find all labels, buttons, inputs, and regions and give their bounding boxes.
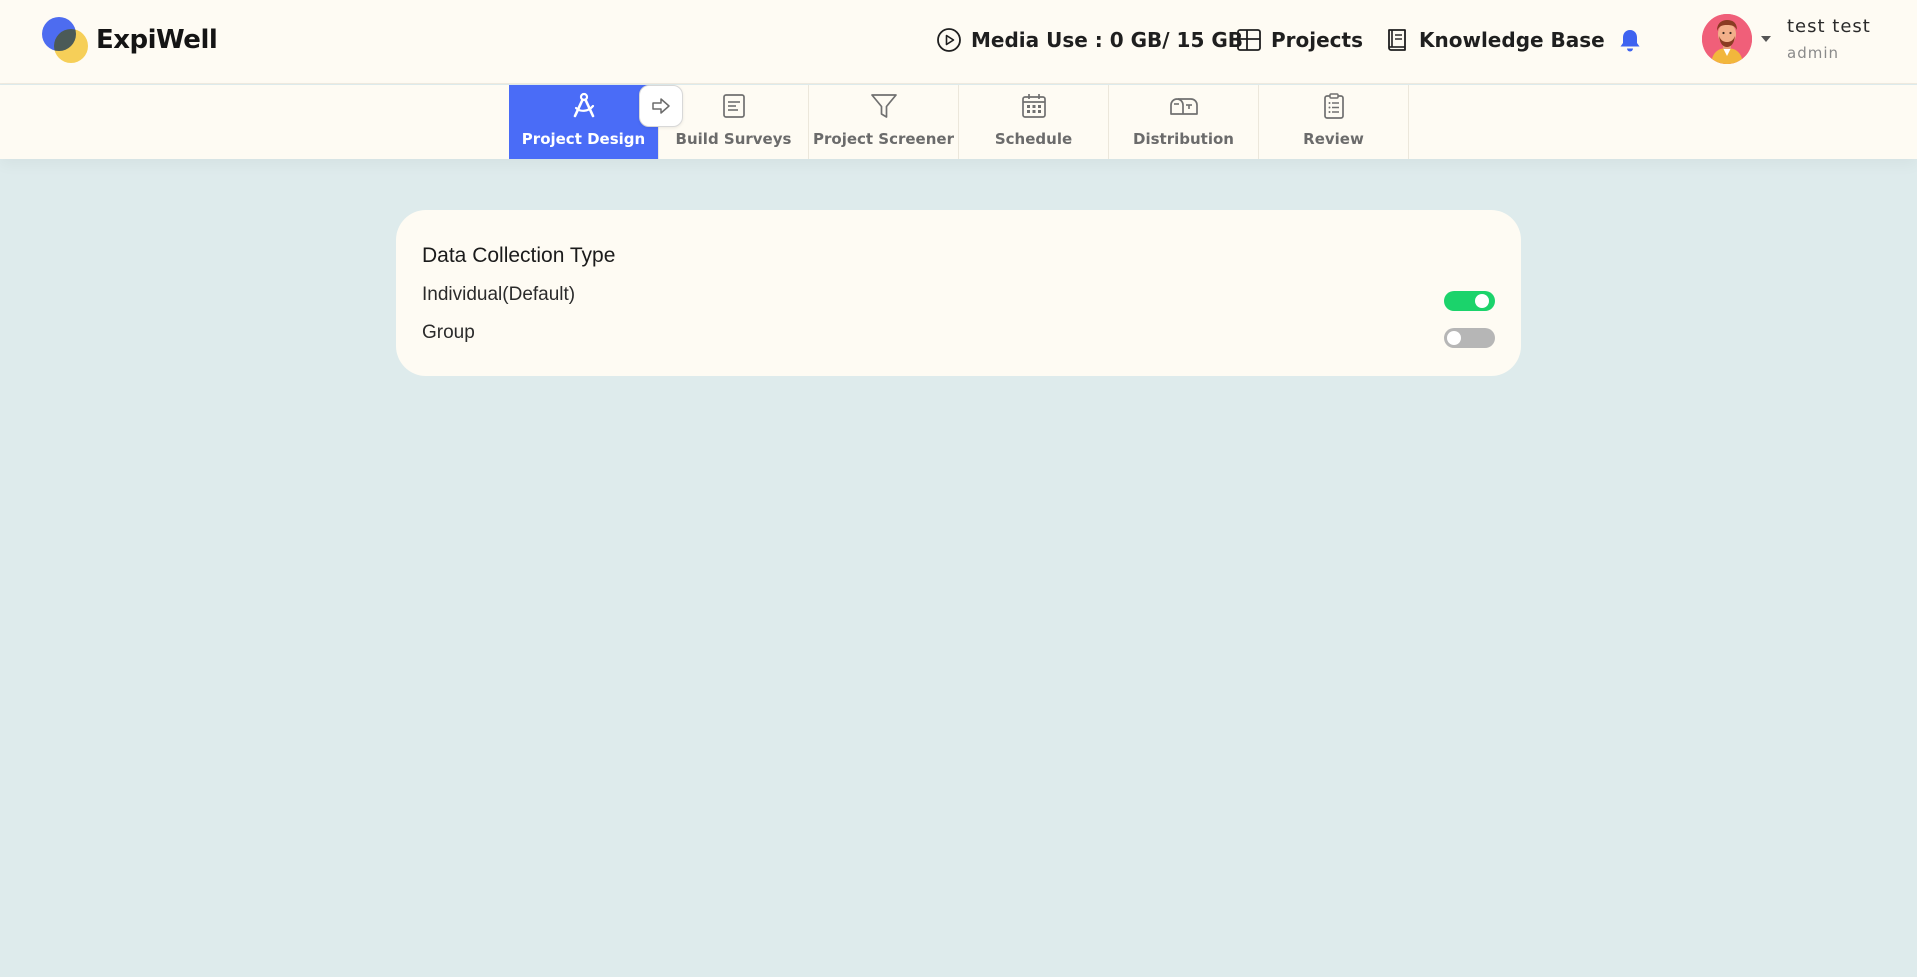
tab-label: Build Surveys — [675, 130, 792, 148]
grid-icon — [1237, 29, 1261, 51]
calendar-icon — [1017, 89, 1051, 123]
user-name[interactable]: test test — [1787, 16, 1871, 37]
tab-label: Project Design — [521, 130, 646, 148]
toggle-knob — [1447, 331, 1461, 345]
tab-review[interactable]: Review — [1259, 85, 1409, 159]
projects-link[interactable]: Projects — [1236, 22, 1363, 58]
tab-label: Project Screener — [813, 130, 954, 148]
media-use-indicator[interactable]: Media Use : 0 GB/ 15 GB — [936, 22, 1243, 58]
option-individual-label: Individual(Default) — [422, 284, 576, 305]
user-menu-caret-icon[interactable] — [1761, 36, 1771, 42]
document-icon — [717, 89, 751, 123]
logo-mark-icon — [42, 17, 88, 63]
user-avatar[interactable] — [1702, 14, 1752, 64]
next-step-button[interactable] — [639, 85, 683, 127]
notification-bell-icon[interactable] — [1617, 27, 1643, 55]
card-title: Data Collection Type — [422, 244, 616, 267]
knowledge-base-link[interactable]: Knowledge Base — [1384, 22, 1605, 58]
tab-project-screener[interactable]: Project Screener — [809, 85, 959, 159]
tab-label: Review — [1303, 130, 1364, 148]
top-header: ExpiWell Media Use : 0 GB/ 15 GB Project… — [0, 0, 1917, 84]
group-toggle[interactable] — [1444, 328, 1495, 348]
knowledge-base-label: Knowledge Base — [1419, 28, 1605, 52]
user-role: admin — [1787, 44, 1839, 62]
data-collection-type-card: Data Collection Type Individual(Default)… — [396, 210, 1521, 376]
option-group-label: Group — [422, 322, 475, 343]
brand-name: ExpiWell — [96, 25, 218, 55]
play-circle-icon — [937, 28, 961, 52]
toggle-knob — [1475, 294, 1489, 308]
media-use-label: Media Use : 0 GB/ 15 GB — [971, 28, 1243, 52]
tab-label: Distribution — [1133, 130, 1234, 148]
book-icon — [1388, 29, 1406, 51]
tab-label: Schedule — [994, 130, 1073, 148]
individual-toggle[interactable] — [1444, 291, 1495, 311]
arrow-right-icon — [652, 98, 670, 114]
tab-schedule[interactable]: Schedule — [959, 85, 1109, 159]
mailbox-icon — [1167, 89, 1201, 123]
clipboard-icon — [1317, 89, 1351, 123]
tab-project-design[interactable]: Project Design — [509, 85, 659, 159]
project-steps-bar: Project Design Build Surveys Project Scr… — [0, 85, 1917, 159]
compass-icon — [567, 89, 601, 123]
tab-distribution[interactable]: Distribution — [1109, 85, 1259, 159]
filter-icon — [867, 89, 901, 123]
projects-label: Projects — [1271, 28, 1364, 52]
avatar-portrait-icon — [1702, 14, 1752, 64]
brand-logo[interactable]: ExpiWell — [42, 16, 218, 64]
